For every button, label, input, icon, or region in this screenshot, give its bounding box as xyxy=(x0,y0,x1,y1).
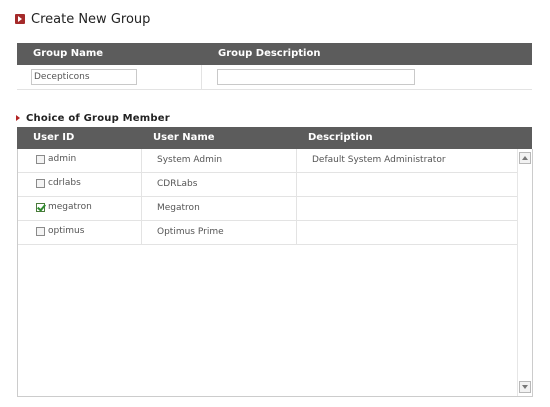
user-id: admin xyxy=(48,154,77,164)
user-name: System Admin xyxy=(157,155,223,165)
user-id-header: User ID xyxy=(33,132,75,143)
user-id-cell: megatron xyxy=(36,202,92,212)
user-id: cdrlabs xyxy=(48,178,81,188)
column-divider xyxy=(296,149,297,172)
user-name: Megatron xyxy=(157,203,200,213)
column-divider xyxy=(296,173,297,196)
table-row[interactable]: admin System Admin Default System Admini… xyxy=(18,149,517,173)
user-id: megatron xyxy=(48,202,92,212)
member-checkbox[interactable] xyxy=(36,154,45,164)
column-divider xyxy=(141,173,142,196)
page-title-text: Create New Group xyxy=(31,11,151,27)
member-checkbox[interactable] xyxy=(36,202,45,212)
member-checkbox[interactable] xyxy=(36,178,45,188)
user-id-cell: admin xyxy=(36,154,76,164)
table-row[interactable]: optimus Optimus Prime xyxy=(18,221,517,245)
group-description-input[interactable] xyxy=(217,69,415,85)
square-arrow-icon xyxy=(15,14,25,24)
group-form-row: Decepticons xyxy=(17,65,532,90)
member-list-panel[interactable]: admin System Admin Default System Admini… xyxy=(17,149,533,397)
user-description: Default System Administrator xyxy=(312,155,446,165)
member-table-header: User ID User Name Description xyxy=(17,127,532,149)
scroll-up-icon[interactable] xyxy=(519,152,531,164)
section-title-text: Choice of Group Member xyxy=(26,112,170,124)
user-id-cell: optimus xyxy=(36,226,84,236)
user-id: optimus xyxy=(48,226,85,236)
page-title: Create New Group xyxy=(15,10,150,28)
description-header: Description xyxy=(308,132,373,143)
member-checkbox[interactable] xyxy=(36,226,45,236)
group-name-input[interactable]: Decepticons xyxy=(31,69,137,85)
scrollbar[interactable] xyxy=(517,149,532,396)
column-divider xyxy=(141,197,142,220)
section-title: Choice of Group Member xyxy=(16,111,170,125)
scroll-down-icon[interactable] xyxy=(519,381,531,393)
column-divider xyxy=(296,197,297,220)
group-name-header: Group Name xyxy=(33,48,104,59)
user-name: CDRLabs xyxy=(157,179,198,189)
arrow-right-icon xyxy=(16,115,20,121)
table-row[interactable]: megatron Megatron xyxy=(18,197,517,221)
column-divider xyxy=(296,221,297,244)
column-divider xyxy=(141,221,142,244)
column-divider xyxy=(201,65,202,89)
group-table-header: Group Name Group Description xyxy=(17,43,532,65)
user-name: Optimus Prime xyxy=(157,227,224,237)
group-description-header: Group Description xyxy=(218,48,321,59)
column-divider xyxy=(141,149,142,172)
user-id-cell: cdrlabs xyxy=(36,178,81,188)
table-row[interactable]: cdrlabs CDRLabs xyxy=(18,173,517,197)
user-name-header: User Name xyxy=(153,132,215,143)
